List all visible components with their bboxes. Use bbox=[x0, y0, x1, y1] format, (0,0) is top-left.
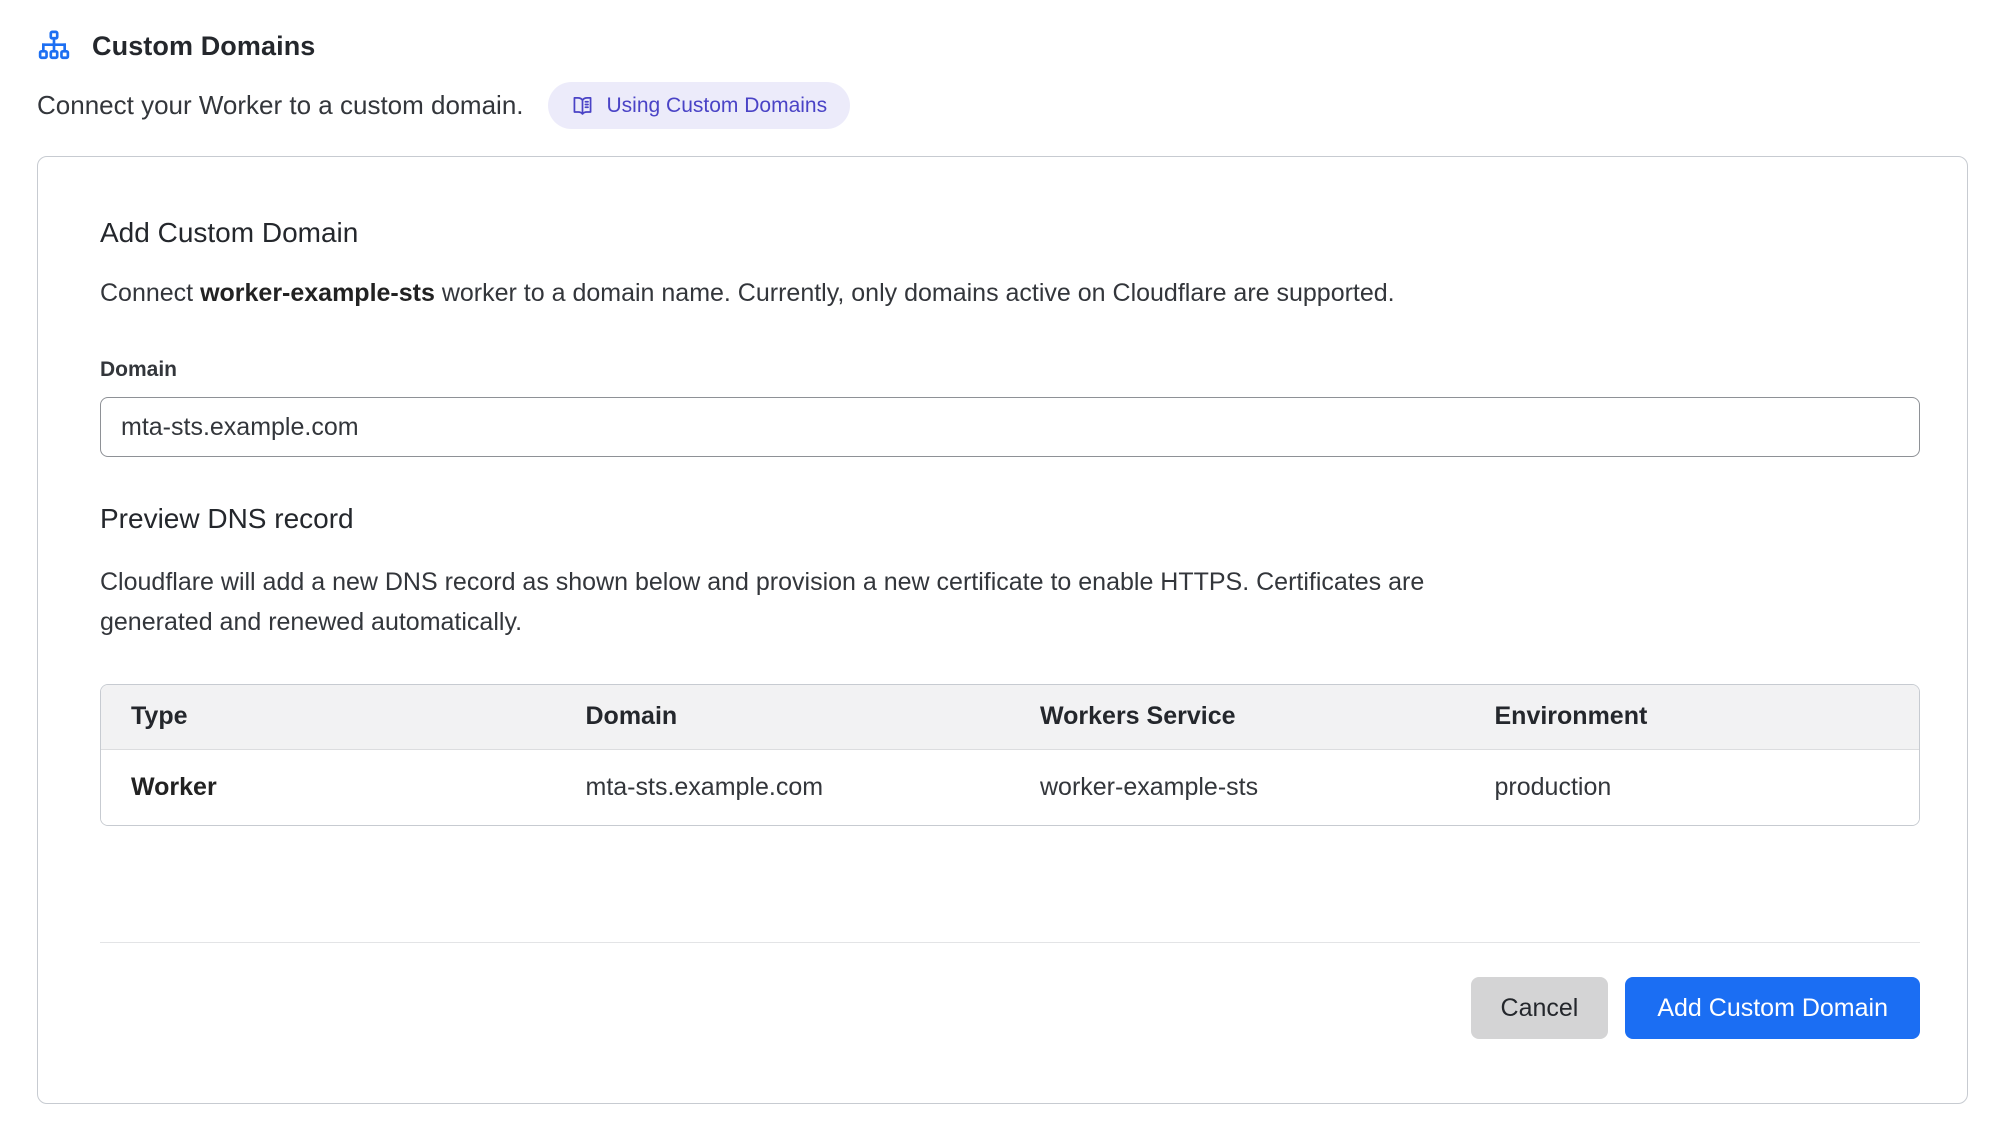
description-prefix: Connect bbox=[100, 279, 200, 307]
card-actions: Cancel Add Custom Domain bbox=[100, 977, 1920, 1039]
page-subtitle: Connect your Worker to a custom domain. bbox=[37, 90, 524, 121]
open-book-icon bbox=[571, 95, 594, 117]
domain-field-label: Domain bbox=[100, 358, 1920, 382]
footer-divider bbox=[100, 942, 1920, 943]
description-suffix: worker to a domain name. Currently, only… bbox=[435, 279, 1395, 307]
preview-dns-heading: Preview DNS record bbox=[100, 503, 1920, 535]
table-header-row: Type Domain Workers Service Environment bbox=[101, 685, 1919, 749]
worker-name: worker-example-sts bbox=[200, 279, 435, 307]
preview-dns-description: Cloudflare will add a new DNS record as … bbox=[100, 562, 1920, 642]
cell-environment: production bbox=[1465, 749, 1920, 825]
cell-domain: mta-sts.example.com bbox=[556, 749, 1011, 825]
docs-badge-label: Using Custom Domains bbox=[607, 94, 828, 118]
cell-type: Worker bbox=[101, 749, 556, 825]
cell-workers-service: worker-example-sts bbox=[1010, 749, 1465, 825]
column-header-environment: Environment bbox=[1465, 685, 1920, 749]
add-custom-domain-card: Add Custom Domain Connect worker-example… bbox=[37, 156, 1968, 1104]
sitemap-icon bbox=[37, 30, 71, 62]
add-custom-domain-button[interactable]: Add Custom Domain bbox=[1625, 977, 1920, 1039]
column-header-type: Type bbox=[101, 685, 556, 749]
preview-description-line-2: generated and renewed automatically. bbox=[100, 602, 1920, 642]
table-row: Worker mta-sts.example.com worker-exampl… bbox=[101, 749, 1919, 825]
cancel-button[interactable]: Cancel bbox=[1471, 977, 1609, 1039]
page-header: Custom Domains bbox=[37, 30, 1968, 62]
domain-input[interactable] bbox=[100, 397, 1920, 457]
preview-description-line-1: Cloudflare will add a new DNS record as … bbox=[100, 562, 1920, 602]
card-description: Connect worker-example-sts worker to a d… bbox=[100, 279, 1920, 308]
column-header-domain: Domain bbox=[556, 685, 1011, 749]
docs-badge-link[interactable]: Using Custom Domains bbox=[548, 82, 851, 129]
card-heading: Add Custom Domain bbox=[100, 217, 1920, 249]
dns-preview-table: Type Domain Workers Service Environment … bbox=[100, 684, 1920, 826]
column-header-workers-service: Workers Service bbox=[1010, 685, 1465, 749]
page-title: Custom Domains bbox=[92, 31, 315, 62]
